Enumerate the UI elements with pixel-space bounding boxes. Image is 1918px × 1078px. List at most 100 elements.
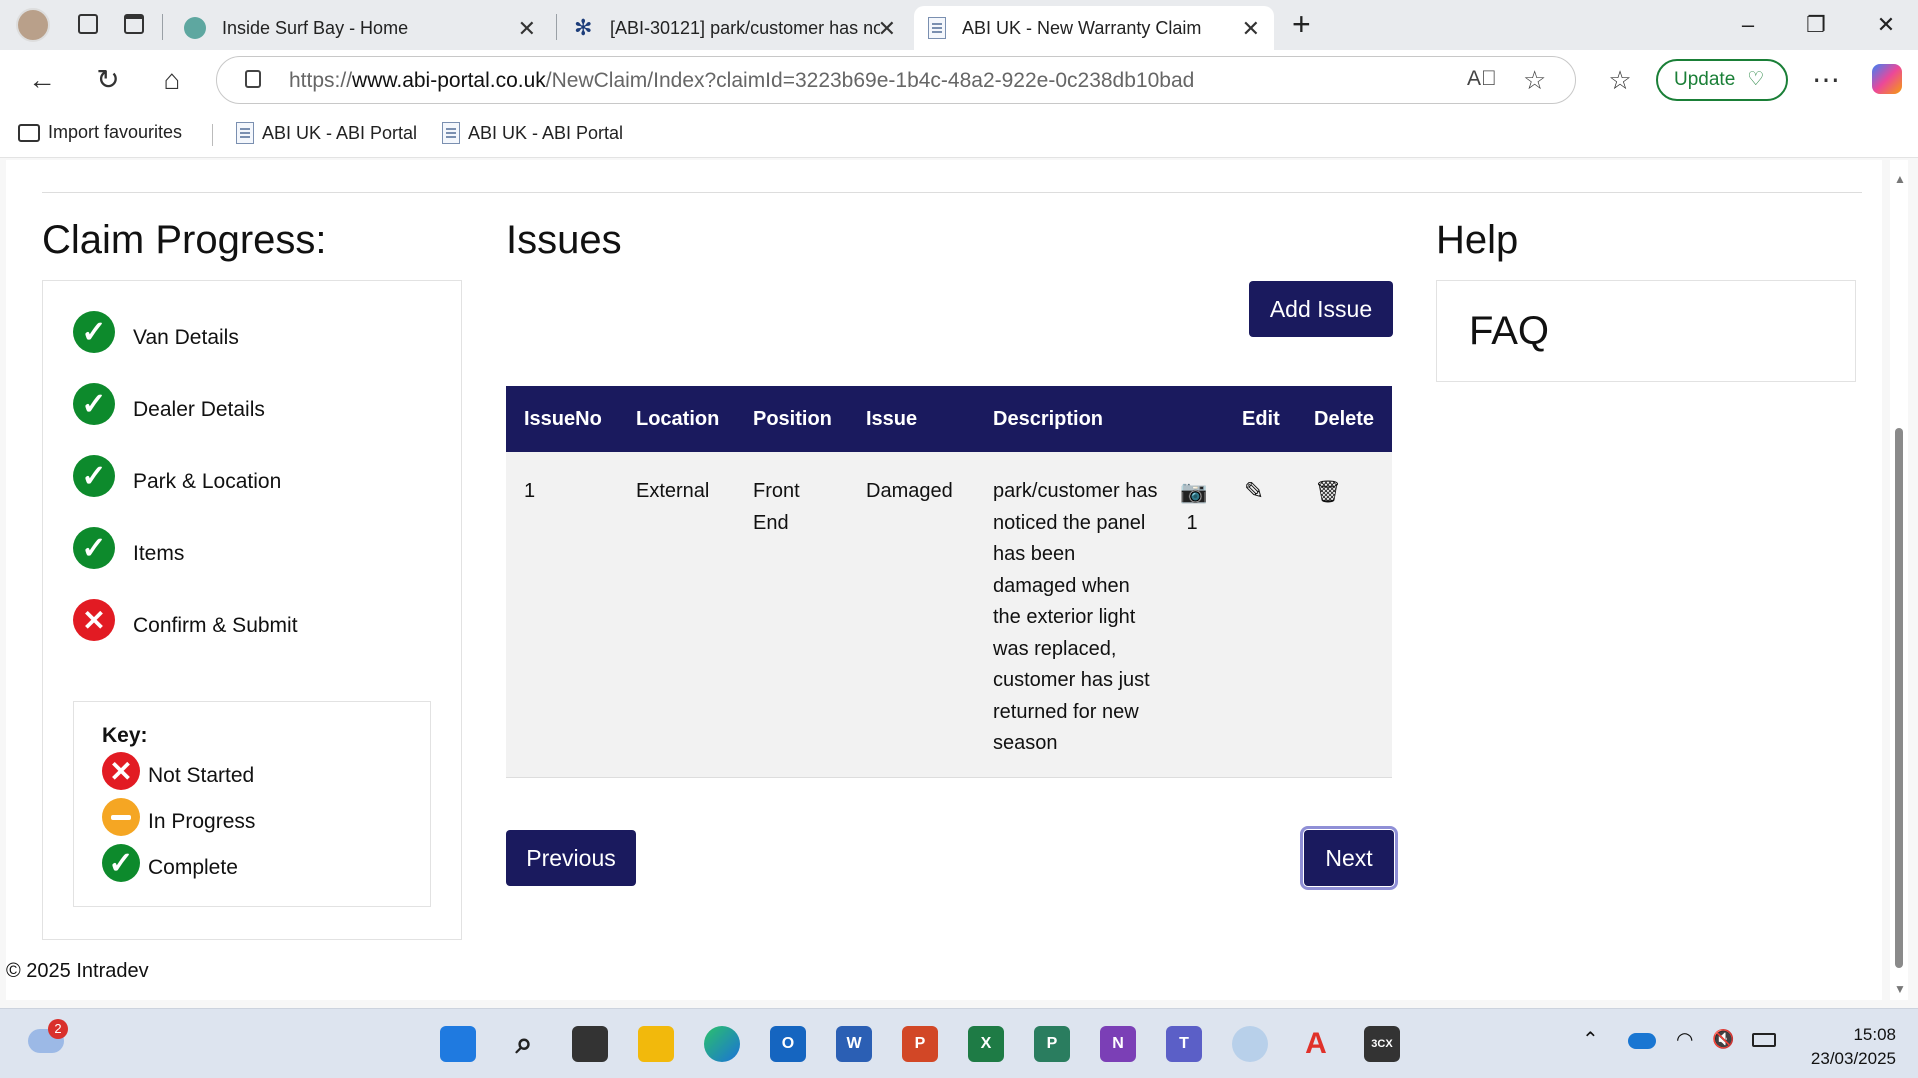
step-park-location[interactable]: ✓ Park & Location: [73, 455, 281, 497]
favourites-icon[interactable]: ☆: [1600, 60, 1640, 100]
system-clock[interactable]: 15:08 23/03/2025: [1811, 1023, 1896, 1071]
scrollbar-thumb[interactable]: [1895, 428, 1903, 968]
update-button[interactable]: Update ♡: [1656, 59, 1788, 101]
tab-label: Inside Surf Bay - Home: [222, 17, 409, 38]
file-explorer-icon[interactable]: [638, 1026, 674, 1062]
next-button[interactable]: Next: [1300, 826, 1398, 890]
jira-icon: ✻: [574, 15, 593, 40]
tab-new-warranty-claim[interactable]: ABI UK - New Warranty Claim ✕: [914, 6, 1274, 50]
weather-badge: 2: [48, 1019, 68, 1039]
col-description: Description: [993, 408, 1104, 430]
lock-icon[interactable]: [245, 70, 261, 88]
show-hidden-icons-icon[interactable]: ⌃: [1582, 1027, 1599, 1052]
acrobat-icon[interactable]: A: [1298, 1026, 1334, 1062]
import-favourites[interactable]: Import favourites: [18, 122, 182, 143]
minimize-icon[interactable]: –: [1728, 8, 1768, 42]
tab-label: ABI UK - New Warranty Claim: [962, 17, 1202, 38]
faq-panel: FAQ: [1436, 280, 1856, 382]
refresh-icon[interactable]: ↻: [88, 60, 128, 100]
col-issue: Issue: [866, 408, 918, 430]
claim-progress-panel: ✓ Van Details ✓ Dealer Details ✓ Park & …: [42, 280, 462, 940]
tab-label: [ABI-30121] park/customer has no: [610, 17, 880, 38]
taskbar: 2 ⌕ O W P X P N T A 3CX ⌃ ◠ 🔇 15:08 23/0…: [0, 1008, 1918, 1078]
edge-browser-icon[interactable]: [704, 1026, 740, 1062]
globe-app-icon[interactable]: [1232, 1026, 1268, 1062]
favourite-abi-portal-2[interactable]: ABI UK - ABI Portal: [442, 122, 623, 144]
step-items[interactable]: ✓ Items: [73, 527, 184, 569]
faq-link[interactable]: FAQ: [1469, 309, 1549, 354]
tab-inside-surf-bay[interactable]: Inside Surf Bay - Home ✕: [170, 6, 550, 50]
close-window-icon[interactable]: ✕: [1866, 8, 1906, 42]
issue-type: Damaged: [866, 480, 953, 502]
start-windows-icon[interactable]: [440, 1026, 476, 1062]
clock-date: 23/03/2025: [1810, 1049, 1896, 1068]
previous-button[interactable]: Previous: [506, 830, 636, 886]
new-tab-icon[interactable]: +: [1292, 6, 1311, 43]
issue-position: Front End: [753, 480, 800, 534]
url-text[interactable]: https://www.abi-portal.co.uk/NewClaim/In…: [289, 69, 1194, 93]
word-icon[interactable]: W: [836, 1026, 872, 1062]
scroll-up-icon[interactable]: ▲: [1894, 172, 1906, 186]
page-icon: [442, 122, 460, 144]
onedrive-icon[interactable]: [1628, 1033, 1656, 1049]
address-bar[interactable]: https://www.abi-portal.co.uk/NewClaim/In…: [216, 56, 1576, 104]
onenote-icon[interactable]: N: [1100, 1026, 1136, 1062]
col-issueno: IssueNo: [524, 408, 602, 430]
key-complete: Complete: [148, 856, 238, 879]
back-icon[interactable]: ←: [22, 60, 62, 100]
tab-actions-icon[interactable]: [124, 14, 144, 34]
favourite-star-icon[interactable]: ☆: [1523, 65, 1546, 96]
project-icon[interactable]: P: [1034, 1026, 1070, 1062]
complete-check-icon: ✓: [73, 455, 115, 497]
wifi-icon[interactable]: ◠: [1676, 1027, 1693, 1052]
delete-trash-icon[interactable]: 🗑: [1314, 476, 1342, 508]
import-icon: [18, 123, 40, 142]
complete-check-icon: ✓: [102, 844, 140, 882]
add-issue-button[interactable]: Add Issue: [1249, 281, 1393, 337]
close-tab-icon[interactable]: ✕: [878, 16, 896, 42]
profile-avatar[interactable]: [16, 8, 50, 42]
task-view-icon[interactable]: [572, 1026, 608, 1062]
scroll-down-icon[interactable]: ▼: [1894, 982, 1906, 996]
close-tab-icon[interactable]: ✕: [518, 16, 536, 42]
not-started-x-icon: ✕: [102, 752, 140, 790]
camera-icon[interactable]: 📷: [1180, 476, 1207, 508]
close-tab-icon[interactable]: ✕: [1242, 16, 1260, 42]
copilot-icon[interactable]: [1872, 64, 1902, 94]
col-location: Location: [636, 408, 720, 430]
step-van-details[interactable]: ✓ Van Details: [73, 311, 239, 353]
complete-check-icon: ✓: [73, 311, 115, 353]
step-dealer-details[interactable]: ✓ Dealer Details: [73, 383, 265, 425]
issues-table: IssueNo Location Position Issue Descript…: [506, 386, 1392, 778]
excel-icon[interactable]: X: [968, 1026, 1004, 1062]
favourite-abi-portal-1[interactable]: ABI UK - ABI Portal: [236, 122, 417, 144]
page-icon: [236, 122, 254, 144]
3cx-icon[interactable]: 3CX: [1364, 1026, 1400, 1062]
outlook-icon[interactable]: O: [770, 1026, 806, 1062]
table-row: 1 External Front End Damaged park/custom…: [506, 452, 1392, 778]
browser-toolbar: ← ↻ ⌂ https://www.abi-portal.co.uk/NewCl…: [0, 50, 1918, 110]
read-aloud-icon[interactable]: A᪲: [1467, 67, 1497, 91]
tab-bar: Inside Surf Bay - Home ✕ ✻ [ABI-30121] p…: [0, 0, 1918, 50]
tab-jira-issue[interactable]: ✻ [ABI-30121] park/customer has no ✕: [560, 6, 910, 50]
volume-muted-icon[interactable]: 🔇: [1712, 1029, 1734, 1050]
workspaces-icon[interactable]: [78, 14, 98, 34]
teams-icon[interactable]: T: [1166, 1026, 1202, 1062]
photos-cell[interactable]: 📷 1: [1180, 476, 1207, 539]
home-icon[interactable]: ⌂: [152, 60, 192, 100]
divider: [42, 192, 1862, 193]
issue-location: External: [636, 480, 710, 502]
restore-icon[interactable]: ❐: [1796, 8, 1836, 42]
key-not-started: Not Started: [148, 764, 255, 787]
page-scrollbar[interactable]: ▲ ▼: [1890, 160, 1908, 1000]
issues-title: Issues: [506, 218, 622, 262]
more-menu-icon[interactable]: ⋯: [1806, 60, 1846, 100]
search-icon[interactable]: ⌕: [506, 1026, 542, 1062]
not-started-x-icon: ✕: [73, 599, 115, 641]
edit-pencil-icon[interactable]: ✎: [1244, 476, 1264, 508]
key-in-progress: In Progress: [148, 810, 256, 833]
powerpoint-icon[interactable]: P: [902, 1026, 938, 1062]
photo-count: 1: [1186, 511, 1198, 534]
battery-icon[interactable]: [1752, 1033, 1776, 1047]
step-confirm-submit[interactable]: ✕ Confirm & Submit: [73, 599, 298, 641]
